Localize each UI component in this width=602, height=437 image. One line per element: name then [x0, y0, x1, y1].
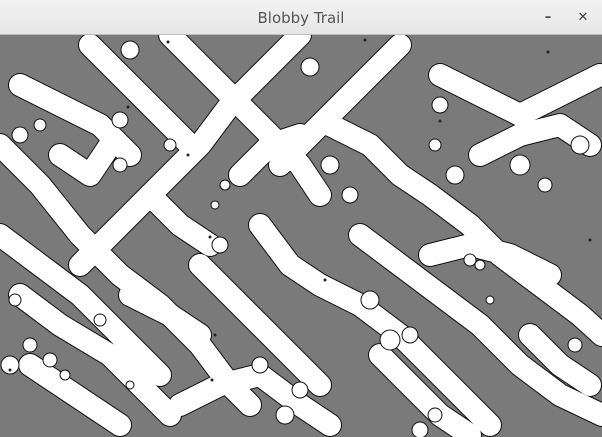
blob — [485, 295, 495, 305]
trail-marker — [213, 333, 217, 337]
blob — [509, 154, 531, 176]
close-button[interactable]: ✕ — [574, 9, 592, 27]
blob — [401, 326, 419, 344]
trail-segment — [119, 284, 211, 346]
blob — [125, 380, 135, 390]
blob — [11, 126, 29, 144]
trail-marker — [126, 105, 130, 109]
blob — [427, 407, 443, 423]
blob — [163, 138, 177, 152]
close-icon: ✕ — [577, 10, 589, 25]
trail-segment — [49, 134, 121, 186]
blob — [275, 405, 295, 425]
trail-marker — [210, 378, 214, 382]
blob — [33, 118, 47, 132]
blob — [300, 57, 320, 77]
trail-marker — [363, 38, 367, 42]
trail-marker — [546, 50, 550, 54]
trail-segment — [429, 64, 602, 126]
blob — [93, 313, 107, 327]
blob — [120, 40, 140, 60]
blob — [463, 253, 477, 267]
blob — [112, 157, 128, 173]
blob — [341, 186, 359, 204]
blob — [379, 329, 401, 351]
blob — [8, 293, 22, 307]
app-window: Blobby Trail – ✕ — [0, 0, 602, 437]
trail-marker — [323, 278, 327, 282]
blob — [210, 200, 220, 210]
blob — [111, 111, 129, 129]
title-bar[interactable]: Blobby Trail – ✕ — [0, 0, 602, 35]
blob — [445, 165, 465, 185]
blob — [211, 236, 229, 254]
trail-marker — [166, 40, 170, 44]
blob — [474, 259, 486, 271]
game-board[interactable] — [0, 35, 602, 437]
window-title: Blobby Trail — [257, 9, 345, 27]
blob — [431, 96, 449, 114]
blob — [570, 135, 590, 155]
trail-segment — [419, 234, 561, 286]
trail-marker — [588, 238, 592, 242]
blob — [291, 381, 309, 399]
blob — [219, 179, 231, 191]
blob — [320, 155, 340, 175]
blob — [428, 138, 442, 152]
blob — [59, 369, 71, 381]
minimize-button[interactable]: – — [539, 9, 557, 27]
blob — [251, 356, 269, 374]
minimize-icon: – — [544, 10, 552, 25]
blob — [42, 352, 58, 368]
trail-segment — [19, 354, 131, 436]
blob — [360, 290, 380, 310]
blob — [22, 337, 38, 353]
blob — [411, 421, 429, 437]
trail-canvas[interactable] — [0, 35, 602, 437]
blob — [567, 337, 583, 353]
trail-marker — [208, 235, 212, 239]
blob — [537, 177, 553, 193]
trail-marker — [186, 153, 190, 157]
trail-marker — [438, 119, 442, 123]
trail-marker — [8, 368, 12, 372]
